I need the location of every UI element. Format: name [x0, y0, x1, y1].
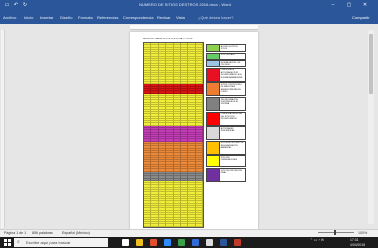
tab-correspondencia[interactable]: Correspondencia — [123, 14, 153, 21]
legend-swatch — [206, 97, 220, 111]
legend-swatch — [206, 44, 220, 52]
legend-entry: ACTIVIDADES SUSPENDIDAS — [206, 126, 246, 141]
tab-vista[interactable]: Vista — [176, 14, 185, 21]
table-cell — [180, 224, 189, 227]
legend-entry: SITIOS CON PROCESO DE SANCIONES ADMINIST… — [206, 82, 246, 97]
tab-referencias[interactable]: Referencias — [97, 14, 118, 21]
scrollbar-thumb[interactable] — [369, 34, 373, 94]
taskbar-app-icon[interactable] — [234, 239, 241, 246]
taskbar-app-icon[interactable] — [178, 239, 185, 246]
taskbar-search-input[interactable]: Escribe aquí para buscar — [26, 238, 106, 247]
legend-swatch — [206, 52, 220, 60]
zoom-slider[interactable] — [318, 232, 354, 233]
tab-diseno[interactable]: Diseño — [60, 14, 72, 21]
taskbar-app-icon[interactable] — [206, 239, 213, 246]
legend-label: CLAUSURA DEFINITIVA DEL SITIO POR INCUMP… — [220, 111, 246, 126]
legend-entry: SITIO VISITADO — [206, 52, 246, 60]
word-count[interactable]: 856 palabras — [32, 229, 53, 237]
vertical-ruler[interactable] — [1, 30, 5, 228]
table-cell — [151, 224, 159, 227]
minimize-button[interactable]: – — [330, 2, 336, 8]
legend-label: ACCESO A OTROS SITIOS — [220, 44, 246, 52]
table-cell — [144, 224, 152, 227]
search-icon: ⌕ — [17, 239, 20, 245]
taskbar-app-icon[interactable] — [220, 239, 227, 246]
legend-entry: SITIO DE DISPOSICIÓN FINAL — [206, 168, 246, 182]
tray-icons[interactable]: ⌃ ▭ ◔ ✉ — [310, 238, 324, 247]
taskbar-app-icon[interactable] — [192, 239, 199, 246]
taskbar-app-icon[interactable] — [122, 239, 129, 246]
clock-date: 4/04/2018 — [350, 242, 366, 247]
clock[interactable]: 17:31 4/04/2018 — [350, 238, 365, 247]
tab-formato[interactable]: Formato — [78, 14, 93, 21]
zoom-slider-thumb[interactable] — [334, 230, 336, 235]
save-icon[interactable]: ▭ — [4, 2, 10, 8]
legend-label: SITIO VISITADO — [220, 52, 246, 60]
legend-swatch — [206, 168, 220, 182]
legend-swatch — [206, 140, 220, 155]
table-row — [144, 224, 203, 227]
undo-icon[interactable]: ↶ — [13, 2, 19, 8]
tell-me-search[interactable]: ¿Qué desea hacer? — [198, 14, 258, 21]
legend-entry: EN EVALUACIÓN - EN PROCESO — [206, 60, 246, 68]
tab-archivo[interactable]: Archivo — [3, 14, 16, 21]
status-bar — [0, 229, 378, 237]
legend-entry: SITIOS EN PROCESO DE REGULARIZACIÓN AMBI… — [206, 140, 246, 155]
legend-swatch — [206, 111, 220, 126]
color-legend: ACCESO A OTROS SITIOS SITIO VISITADO EN EV… — [206, 44, 246, 204]
legend-label: ACTIVIDADES SUSPENDIDAS — [220, 126, 246, 141]
legend-entry: CLAUSURA DEFINITIVA DEL SITIO POR INCUMP… — [206, 111, 246, 126]
legend-swatch — [206, 155, 220, 168]
redo-icon[interactable]: ↻ — [22, 2, 28, 8]
language-indicator[interactable]: Español (México) — [62, 229, 90, 237]
table-cell — [188, 224, 196, 227]
legend-label: SITIO DE DISPOSICIÓN FINAL — [220, 168, 246, 182]
table-cell — [173, 224, 181, 227]
tab-inicio[interactable]: Inicio — [24, 14, 33, 21]
close-button[interactable]: ✕ — [362, 2, 368, 8]
taskbar-app-icon[interactable] — [150, 239, 157, 246]
windows-start-icon[interactable] — [4, 239, 11, 246]
tab-insertar[interactable]: Insertar — [40, 14, 54, 21]
maximize-button[interactable]: ▢ — [346, 2, 352, 8]
colored-sites-table[interactable] — [143, 42, 204, 228]
horizontal-ruler[interactable] — [130, 25, 258, 30]
legend-swatch — [206, 67, 220, 82]
legend-label: EN EVALUACIÓN - EN PROCESO — [220, 60, 246, 68]
table-header: REGISTRO TABLA: SITIOS POR ZONA Y COLOR — [143, 38, 193, 40]
legend-label: SITIOS CON PROCESO DE SANCIONES ADMINIST… — [220, 82, 246, 97]
table-cell — [166, 224, 174, 227]
table-cell — [195, 224, 203, 227]
legend-label: CLAUSURA DE ACTIVIDADES POR INCUMPLIMIEN… — [220, 67, 246, 82]
tab-revisar[interactable]: Revisar — [157, 14, 171, 21]
ribbon-tabs — [0, 10, 378, 24]
page-count[interactable]: Página 1 de 1 — [4, 229, 26, 237]
window-title: NUMERO DE SITIOS DESTROS 2016.docx - Wor… — [139, 2, 231, 7]
legend-label: SIN INFORMACIÓN DISPONIBLE EN EL SISTEMA — [220, 97, 246, 111]
legend-label: SITIO SIN OBSERVACIONES — [220, 155, 246, 168]
legend-entry: CLAUSURA DE ACTIVIDADES POR INCUMPLIMIEN… — [206, 67, 246, 82]
share-button[interactable]: Compartir — [352, 14, 376, 21]
legend-swatch — [206, 126, 220, 141]
legend-entry: SIN INFORMACIÓN DISPONIBLE EN EL SISTEMA — [206, 97, 246, 111]
legend-swatch — [206, 82, 220, 97]
legend-entry: ACCESO A OTROS SITIOS — [206, 44, 246, 52]
legend-swatch — [206, 60, 220, 68]
legend-label: SITIOS EN PROCESO DE REGULARIZACIÓN AMBI… — [220, 140, 246, 155]
taskbar-app-icon[interactable] — [164, 239, 171, 246]
legend-entry: SITIO SIN OBSERVACIONES — [206, 155, 246, 168]
table-cell — [158, 224, 167, 227]
taskbar-app-icon[interactable] — [136, 239, 143, 246]
zoom-level[interactable]: 100% — [358, 229, 367, 237]
